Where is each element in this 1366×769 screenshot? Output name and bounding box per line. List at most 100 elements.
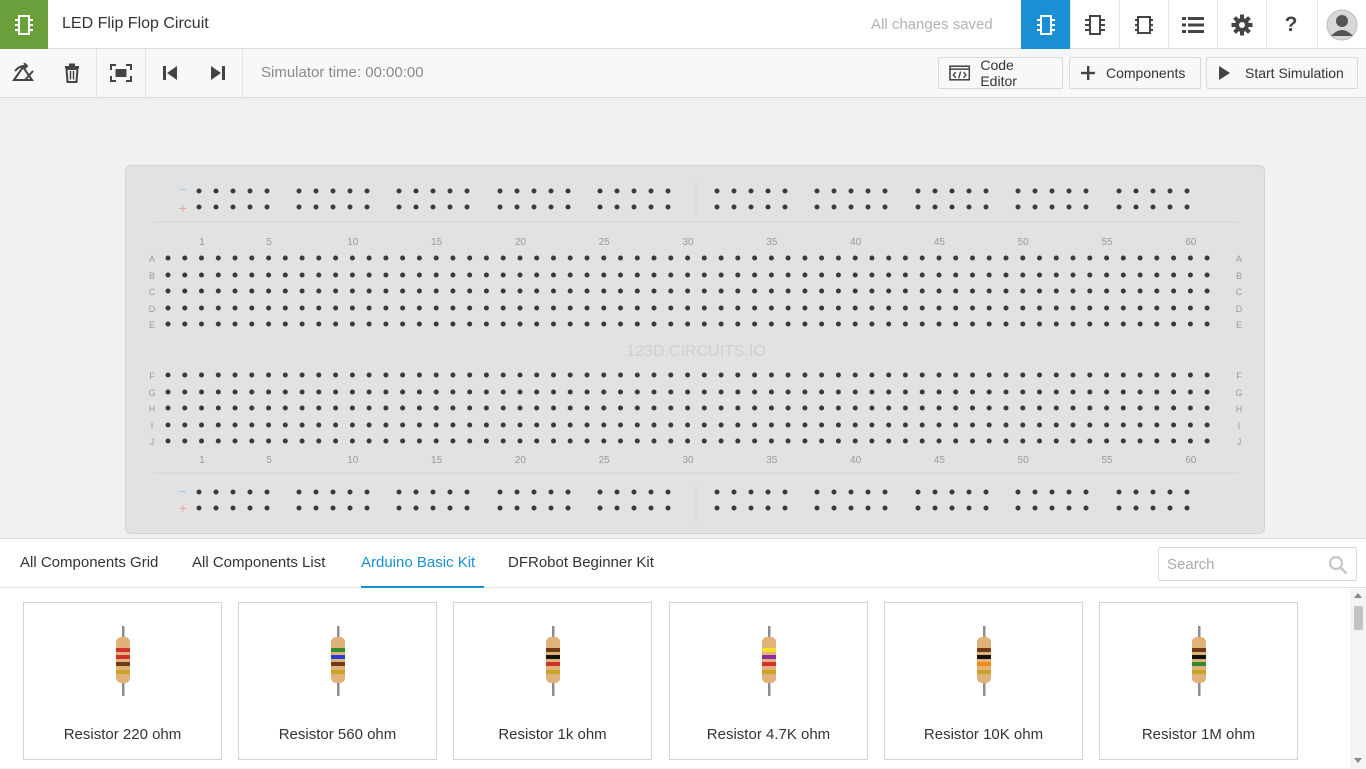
bottom-strip-hole[interactable]	[400, 438, 406, 444]
bottom-strip-hole[interactable]	[517, 438, 523, 444]
skip-forward-button[interactable]	[194, 49, 242, 97]
top-strip-hole[interactable]	[182, 288, 188, 294]
bottom-rail-hole[interactable]	[565, 489, 571, 495]
top-strip-hole[interactable]	[735, 288, 741, 294]
top-strip-hole[interactable]	[282, 321, 288, 327]
bottom-strip-hole[interactable]	[316, 372, 322, 378]
bottom-strip-hole[interactable]	[668, 405, 674, 411]
top-rail-hole[interactable]	[264, 188, 270, 194]
top-strip-hole[interactable]	[199, 305, 204, 311]
bottom-rail-hole[interactable]	[347, 489, 353, 495]
top-strip-hole[interactable]	[1187, 321, 1193, 327]
bottom-strip-hole[interactable]	[936, 422, 942, 428]
bottom-rail-hole[interactable]	[882, 489, 888, 495]
bottom-strip-hole[interactable]	[1037, 405, 1042, 411]
bottom-strip-hole[interactable]	[333, 372, 339, 378]
top-rail-hole[interactable]	[213, 188, 219, 194]
bottom-rail-hole[interactable]	[1032, 505, 1038, 511]
bottom-strip-hole[interactable]	[718, 372, 724, 378]
top-strip-hole[interactable]	[584, 255, 590, 261]
top-strip-hole[interactable]	[584, 272, 590, 278]
bottom-rail-hole[interactable]	[364, 505, 370, 511]
top-strip-hole[interactable]	[165, 288, 171, 294]
bottom-strip-hole[interactable]	[1003, 389, 1009, 395]
top-strip-hole[interactable]	[651, 305, 657, 311]
bottom-rail-hole[interactable]	[714, 489, 720, 495]
bottom-strip-hole[interactable]	[366, 422, 372, 428]
top-strip-hole[interactable]	[349, 321, 355, 327]
bottom-strip-hole[interactable]	[1037, 372, 1042, 378]
top-strip-hole[interactable]	[333, 272, 339, 278]
bottom-strip-hole[interactable]	[668, 438, 674, 444]
bottom-strip-hole[interactable]	[919, 372, 925, 378]
top-strip-hole[interactable]	[299, 272, 305, 278]
top-strip-hole[interactable]	[400, 272, 406, 278]
bottom-strip-hole[interactable]	[936, 372, 942, 378]
top-strip-hole[interactable]	[1154, 288, 1160, 294]
top-strip-hole[interactable]	[919, 321, 925, 327]
bottom-strip-hole[interactable]	[970, 405, 975, 411]
top-strip-hole[interactable]	[819, 288, 825, 294]
top-rail-hole[interactable]	[882, 188, 888, 194]
top-strip-hole[interactable]	[266, 288, 272, 294]
top-strip-hole[interactable]	[316, 288, 322, 294]
top-strip-hole[interactable]	[1020, 255, 1026, 261]
top-strip-hole[interactable]	[1104, 272, 1110, 278]
top-strip-hole[interactable]	[584, 288, 590, 294]
top-strip-hole[interactable]	[400, 305, 406, 311]
top-strip-hole[interactable]	[1070, 272, 1076, 278]
bottom-rail-hole[interactable]	[831, 489, 837, 495]
top-strip-hole[interactable]	[450, 272, 456, 278]
top-strip-hole[interactable]	[819, 255, 825, 261]
bottom-rail-hole[interactable]	[213, 489, 219, 495]
top-strip-hole[interactable]	[383, 321, 389, 327]
bottom-strip-hole[interactable]	[601, 389, 607, 395]
top-strip-hole[interactable]	[416, 321, 422, 327]
top-rail-hole[interactable]	[1184, 204, 1190, 210]
top-rail-hole[interactable]	[565, 188, 571, 194]
top-strip-hole[interactable]	[802, 272, 808, 278]
bottom-strip-hole[interactable]	[416, 438, 422, 444]
bottom-rail-hole[interactable]	[196, 489, 202, 495]
top-strip-hole[interactable]	[1104, 288, 1110, 294]
bottom-rail-hole[interactable]	[565, 505, 571, 511]
bottom-strip-hole[interactable]	[1053, 372, 1059, 378]
top-strip-hole[interactable]	[768, 255, 774, 261]
top-strip-hole[interactable]	[165, 321, 171, 327]
bottom-strip-hole[interactable]	[383, 405, 389, 411]
top-rail-hole[interactable]	[230, 204, 236, 210]
bottom-strip-hole[interactable]	[584, 372, 590, 378]
top-strip-hole[interactable]	[1070, 288, 1076, 294]
top-rail-hole[interactable]	[213, 204, 219, 210]
top-strip-hole[interactable]	[1053, 255, 1059, 261]
bottom-rail-hole[interactable]	[831, 505, 837, 511]
bottom-strip-hole[interactable]	[282, 405, 288, 411]
bottom-strip-hole[interactable]	[902, 372, 908, 378]
top-strip-hole[interactable]	[752, 255, 758, 261]
bottom-strip-hole[interactable]	[1187, 389, 1193, 395]
pcb-view-button[interactable]	[1119, 0, 1168, 49]
bottom-strip-hole[interactable]	[1104, 389, 1110, 395]
top-strip-hole[interactable]	[785, 255, 791, 261]
bottom-strip-hole[interactable]	[517, 389, 523, 395]
top-strip-hole[interactable]	[819, 321, 825, 327]
bottom-strip-hole[interactable]	[1137, 389, 1143, 395]
bottom-rail-hole[interactable]	[497, 505, 503, 511]
top-rail-hole[interactable]	[765, 188, 771, 194]
top-strip-hole[interactable]	[919, 305, 925, 311]
top-strip-hole[interactable]	[768, 272, 774, 278]
bottom-strip-hole[interactable]	[584, 438, 590, 444]
bottom-strip-hole[interactable]	[450, 389, 456, 395]
top-strip-hole[interactable]	[936, 305, 942, 311]
fit-to-screen-button[interactable]	[97, 49, 145, 97]
bottom-strip-hole[interactable]	[467, 422, 473, 428]
bottom-strip-hole[interactable]	[199, 389, 204, 395]
component-card[interactable]: Resistor 4.7K ohm	[669, 602, 868, 760]
bottom-rail-hole[interactable]	[932, 489, 938, 495]
bottom-rail-hole[interactable]	[396, 489, 402, 495]
top-strip-hole[interactable]	[1003, 255, 1009, 261]
bottom-strip-hole[interactable]	[467, 438, 473, 444]
bottom-strip-hole[interactable]	[383, 438, 389, 444]
bottom-rail-hole[interactable]	[548, 489, 554, 495]
top-rail-hole[interactable]	[1083, 204, 1089, 210]
